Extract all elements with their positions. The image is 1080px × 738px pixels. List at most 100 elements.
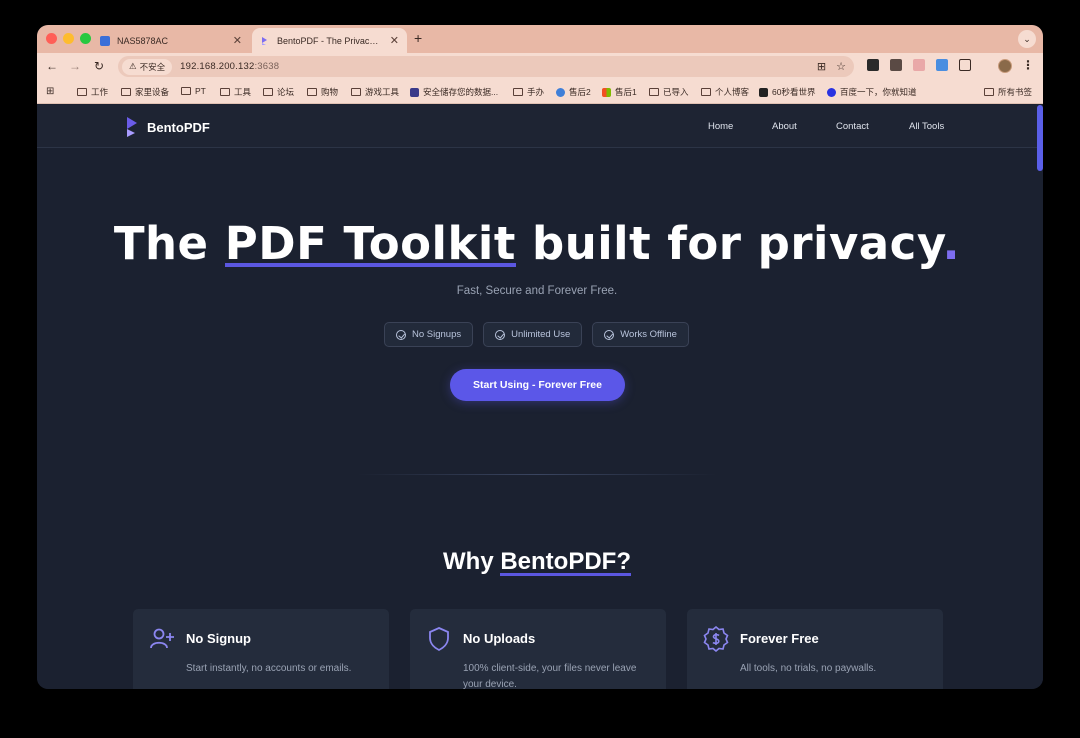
extension-2-icon[interactable] [890, 59, 902, 71]
hero-title-post: built for privacy [515, 217, 943, 270]
bookmark-label: 论坛 [277, 87, 295, 97]
card-description: All tools, no trials, no paywalls. [740, 663, 877, 674]
bookmark-label: 60秒看世界 [772, 87, 816, 97]
site-nav-links: Home About Contact All Tools [708, 121, 944, 132]
bookmark-item[interactable]: 工作 [77, 86, 108, 98]
new-tab-button[interactable]: + [414, 30, 422, 46]
bookmark-item[interactable]: 游戏工具 [351, 86, 399, 98]
card-title: Forever Free [740, 631, 819, 646]
bookmark-item[interactable]: 工具 [220, 86, 251, 98]
warning-triangle-icon: ⚠ [129, 61, 137, 71]
badge-label: Works Offline [620, 329, 677, 340]
bookmark-label: 安全储存您的数据... [423, 87, 499, 97]
security-indicator[interactable]: ⚠ 不安全 [122, 58, 173, 75]
folder-icon [77, 88, 87, 96]
browser-window: NAS5878AC ✕ BentoPDF - The Privacy First… [37, 25, 1043, 689]
url-port: :3638 [254, 61, 280, 72]
nav-home-link[interactable]: Home [708, 121, 772, 132]
translate-icon[interactable]: ⊞ [817, 60, 826, 73]
bookmark-item[interactable]: 百度一下，你就知道 [827, 86, 917, 98]
feature-card-forever-free: Forever Free All tools, no trials, no pa… [687, 609, 943, 689]
extension-1-icon[interactable] [867, 59, 879, 71]
back-arrow-icon[interactable]: ← [44, 59, 60, 73]
profile-avatar[interactable] [998, 59, 1012, 73]
maximize-window-button[interactable] [80, 33, 91, 44]
bentopdf-logo-icon [127, 117, 137, 137]
bookmark-item[interactable]: 论坛 [263, 86, 294, 98]
dollar-badge-icon [703, 626, 729, 652]
start-using-button[interactable]: Start Using - Forever Free [450, 369, 625, 401]
bookmark-item[interactable]: 已导入 [649, 86, 689, 98]
bookmark-item[interactable]: 购物 [307, 86, 338, 98]
why-heading-highlight: BentoPDF? [500, 548, 631, 576]
tab-search-chevron-icon[interactable]: ⌄ [1018, 30, 1036, 48]
nav-about-link[interactable]: About [772, 121, 836, 132]
extension-3-icon[interactable] [913, 59, 925, 71]
bookmark-star-icon[interactable]: ☆ [836, 60, 846, 73]
close-tab-icon[interactable]: ✕ [233, 34, 242, 47]
folder-icon [649, 88, 659, 96]
close-tab-icon[interactable]: ✕ [390, 34, 399, 47]
card-title: No Signup [186, 631, 251, 646]
tab-strip: NAS5878AC ✕ BentoPDF - The Privacy First… [37, 25, 1043, 53]
bookmark-item[interactable]: 手办 [513, 86, 544, 98]
forward-arrow-icon[interactable]: → [67, 59, 83, 73]
bookmark-label: 售后2 [569, 87, 591, 97]
feature-badges: No Signups Unlimited Use Works Offline [384, 322, 689, 347]
bookmark-item[interactable]: 家里设备 [121, 86, 169, 98]
window-controls [46, 33, 91, 44]
card-title: No Uploads [463, 631, 536, 646]
site-navbar: BentoPDF Home About Contact All Tools [37, 105, 1037, 148]
shield-icon [429, 627, 449, 652]
bookmark-label: 已导入 [663, 87, 689, 97]
minimize-window-button[interactable] [63, 33, 74, 44]
close-window-button[interactable] [46, 33, 57, 44]
folder-icon [220, 88, 230, 96]
extension-4-icon[interactable] [936, 59, 948, 71]
hero-title: The PDF Toolkit built for privacy. [37, 217, 1037, 270]
bookmark-label: 所有书签 [998, 87, 1033, 97]
browser-menu-icon[interactable]: ⋮ [1022, 58, 1034, 72]
bookmark-label: 家里设备 [135, 87, 170, 97]
bookmark-label: 工具 [234, 87, 252, 97]
brand-name: BentoPDF [147, 119, 210, 135]
why-heading: Why BentoPDF? [37, 548, 1037, 576]
browser-toolbar: ← → ↻ ⚠ 不安全 192.168.200.132:3638 ⊞ ☆ ⋮ [37, 53, 1043, 80]
nav-all-tools-link[interactable]: All Tools [909, 121, 944, 132]
bentopdf-favicon-icon [262, 36, 267, 45]
address-bar[interactable]: ⚠ 不安全 192.168.200.132:3638 ⊞ ☆ [118, 56, 854, 77]
bookmark-label: PT [195, 86, 206, 96]
hero-title-highlight: PDF Toolkit [224, 217, 516, 270]
bookmark-item[interactable]: 个人博客 [701, 86, 749, 98]
bookmark-item[interactable]: 60秒看世界 [759, 86, 815, 98]
tab-bentopdf[interactable]: BentoPDF - The Privacy First ✕ [252, 28, 407, 53]
bookmark-label: 百度一下，你就知道 [840, 87, 917, 97]
hero-title-pre: The [113, 217, 225, 270]
folder-icon [984, 88, 994, 96]
hero-subtitle: Fast, Secure and Forever Free. [456, 285, 618, 297]
bookmark-label: 售后1 [615, 87, 637, 97]
folder-icon [513, 88, 523, 96]
check-circle-icon [495, 329, 506, 340]
card-description: Start instantly, no accounts or emails. [186, 663, 352, 674]
badge-unlimited-use: Unlimited Use [483, 322, 583, 347]
bookmark-label: 手办 [527, 87, 545, 97]
bookmark-item[interactable]: 售后1 [602, 86, 637, 98]
scrollbar-thumb[interactable] [1037, 105, 1043, 171]
bookmark-item[interactable]: 售后2 [556, 86, 591, 98]
extensions-area [867, 59, 971, 71]
tab-nas[interactable]: NAS5878AC ✕ [92, 28, 250, 53]
reload-icon[interactable]: ↻ [91, 59, 107, 73]
site-logo[interactable]: BentoPDF [126, 117, 210, 137]
folder-icon [263, 88, 273, 96]
extensions-puzzle-icon[interactable] [959, 59, 971, 71]
page-scrollbar[interactable] [1037, 105, 1043, 689]
bookmark-item[interactable]: 安全储存您的数据... [410, 86, 498, 98]
bookmark-item[interactable]: PT [181, 86, 206, 96]
nav-contact-link[interactable]: Contact [836, 121, 909, 132]
badge-no-signups: No Signups [384, 322, 474, 347]
after-sales-2-icon [556, 87, 565, 97]
bookmark-label: 个人博客 [715, 87, 750, 97]
bookmark-item[interactable]: 所有书签 [984, 86, 1032, 98]
apps-grid-icon[interactable]: ⊞ [46, 86, 54, 97]
